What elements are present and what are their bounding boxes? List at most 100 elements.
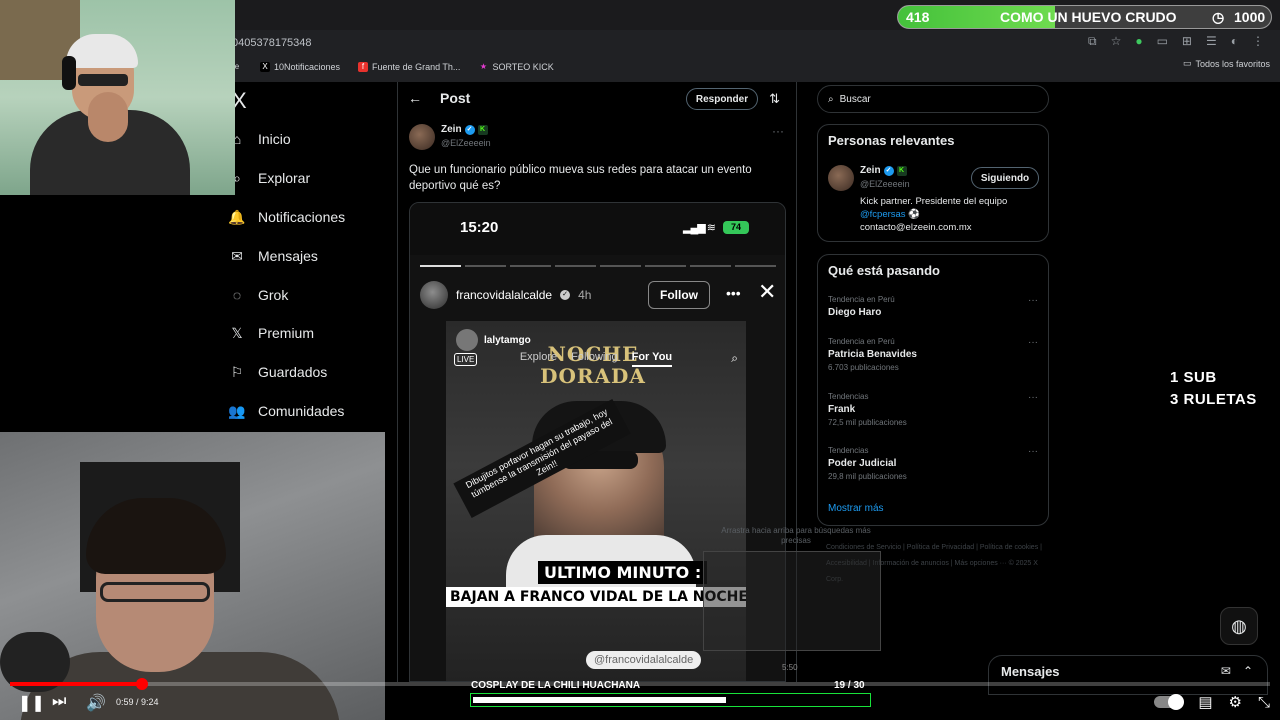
kick-badge-icon: K [896,165,907,176]
inner-avatar [456,329,478,351]
webcam-person-cap [66,34,138,68]
post-header-title: Post [440,90,471,106]
font-icon: f [358,62,369,72]
breaking-caption-title: ULTIMO MINUTO : [538,561,708,584]
webcam-top-left [0,0,235,195]
exit-fullscreen-icon[interactable]: ⤡ [1258,694,1270,711]
show-more-link[interactable]: Mostrar más [828,503,884,514]
bio-link[interactable]: @fcpersas [860,209,906,220]
author-name[interactable]: Zein ✓ K [441,124,488,135]
trend-count: 72,5 mil publicaciones [828,418,907,427]
nav-label: Inicio [258,131,291,147]
trend-item[interactable]: Tendencia en Perú Patricia Benavides 6.7… [828,337,1038,372]
folder-icon: ▭ [1182,58,1192,68]
puzzle-icon[interactable]: ⊞ [1182,34,1192,49]
nav-item-mensajes[interactable]: ✉ Mensajes [228,247,318,265]
filter-icon[interactable]: ⇅ [769,91,780,107]
autoplay-toggle[interactable] [1154,694,1185,710]
nav-item-premium[interactable]: 𝕏 Premium [228,324,314,342]
extension-icon[interactable]: ▭ [1157,34,1168,49]
trend-name: Diego Haro [828,307,882,318]
webcam-bottom-left [0,432,385,720]
profile-icon[interactable]: ◐ [1231,34,1238,49]
captions-icon[interactable]: ▤ [1198,693,1212,711]
new-message-icon[interactable]: ✉ [1221,664,1231,678]
relevant-handle[interactable]: @ElZeeeein [860,179,910,189]
story-time: 4h [578,288,592,302]
trends-title: Qué está pasando [828,263,940,278]
next-icon[interactable]: ⏭ [52,693,66,711]
menu-icon[interactable]: ☰ [1206,34,1217,49]
address-bar[interactable]: 0405378175348 ⧉ ☆ ● ▭ ⊞ ☰ ◐ ⋮ [232,32,1272,54]
bookmark-label: Fuente de Grand Th... [372,62,461,72]
goal-target: 1000 [1234,9,1266,25]
mini-player-ghost [703,551,881,651]
kebab-icon[interactable]: ⋮ [1252,34,1264,49]
volume-icon[interactable]: 🔊 [86,693,106,713]
story-segment [690,265,731,267]
video-progress-bar[interactable] [10,678,1270,690]
sub-promo-line2: 3 RULETAS [1170,391,1257,408]
cast-icon[interactable]: ⧉ [1088,34,1097,49]
trend-item[interactable]: Tendencias Frank 72,5 mil publicaciones … [828,392,1038,427]
tiktok-tab-foryou: For You [631,351,673,367]
relevant-avatar[interactable] [828,165,854,191]
communities-icon: 👥 [228,402,246,419]
settings-icon[interactable]: ⚙ [1229,693,1242,711]
author-handle[interactable]: @ElZeeeein [441,138,491,148]
video-progress-fill [10,682,143,686]
mail-icon: ✉ [231,247,243,264]
nav-item-comunidades[interactable]: 👥 Comunidades [228,402,344,420]
trend-item[interactable]: Tendencia en Perú Diego Haro ··· [828,295,1038,318]
back-arrow-icon[interactable]: ← [408,90,422,106]
search-placeholder: Buscar [839,93,871,105]
bookmark-item[interactable]: ★ SORTEO KICK [478,62,554,72]
grok-icon: ◌ [232,287,242,303]
nav-item-grok[interactable]: ◌ Grok [228,286,289,304]
more-options-icon[interactable]: ··· [772,124,784,138]
author-avatar[interactable] [409,124,435,150]
nav-item-notificaciones[interactable]: 🔔 Notificaciones [228,208,345,226]
relevant-people-title: Personas relevantes [828,133,955,148]
story-close-icon: ✕ [758,279,777,304]
grok-fab-button[interactable]: ◍ [1220,607,1258,645]
more-options-icon[interactable]: ··· [1028,446,1038,457]
bookmark-item[interactable]: f Fuente de Grand Th... [358,62,460,72]
search-input[interactable]: ⌕ Buscar [817,85,1049,113]
nav-label: Mensajes [258,248,318,264]
nav-item-guardados[interactable]: ⚐ Guardados [228,363,328,381]
sub-promo-overlay: 1 SUB 3 RULETAS [1170,367,1257,411]
more-options-icon[interactable]: ··· [1028,392,1038,403]
following-button[interactable]: Siguiendo [971,167,1039,189]
star-icon[interactable]: ☆ [1111,34,1122,49]
pause-icon[interactable]: ❚❚ [18,693,45,713]
extension-icon[interactable]: ● [1135,34,1142,49]
nav-label: Guardados [258,364,328,380]
reply-button[interactable]: Responder [686,88,758,110]
chevron-up-icon[interactable]: ⌃ [1243,664,1253,678]
clock-icon: ◷ [1212,9,1225,25]
bookmark-item[interactable]: X 10Notificaciones [260,62,340,72]
nav-label: Comunidades [258,403,345,419]
nav-item-inicio[interactable]: ⌂ Inicio [228,130,291,148]
x-premium-icon: 𝕏 [231,324,243,341]
relevant-name[interactable]: Zein ✓ K [860,165,907,176]
more-options-icon[interactable]: ··· [1028,295,1038,306]
story-username: francovidalalcalde [456,288,553,302]
signal-wifi-icon: ▂▄▆ ≋ [683,222,716,234]
story-follow-button: Follow [648,281,710,309]
more-options-icon[interactable]: ··· [1028,337,1038,348]
mini-player-time: 5:50 [782,663,798,672]
goal-title: COMO UN HUEVO CRUDO [1000,9,1177,25]
bookmark-icon: ⚐ [230,363,244,380]
trend-category: Tendencias [828,392,869,401]
embedded-video: NOCHE DORADA lalytamgo LIVE Explore Foll… [446,321,746,681]
post-header: ← Post [408,90,470,106]
trend-item[interactable]: Tendencias Poder Judicial 29,8 mil publi… [828,446,1038,481]
nav-label: Grok [258,287,289,303]
bell-icon: 🔔 [228,208,246,225]
all-favorites[interactable]: ▭ Todos los favoritos [1183,58,1270,69]
nav-item-explorar[interactable]: ⌕ Explorar [228,169,310,187]
soccer-ball-icon: ⚽ [908,209,921,220]
trend-count: 6.703 publicaciones [828,363,899,372]
